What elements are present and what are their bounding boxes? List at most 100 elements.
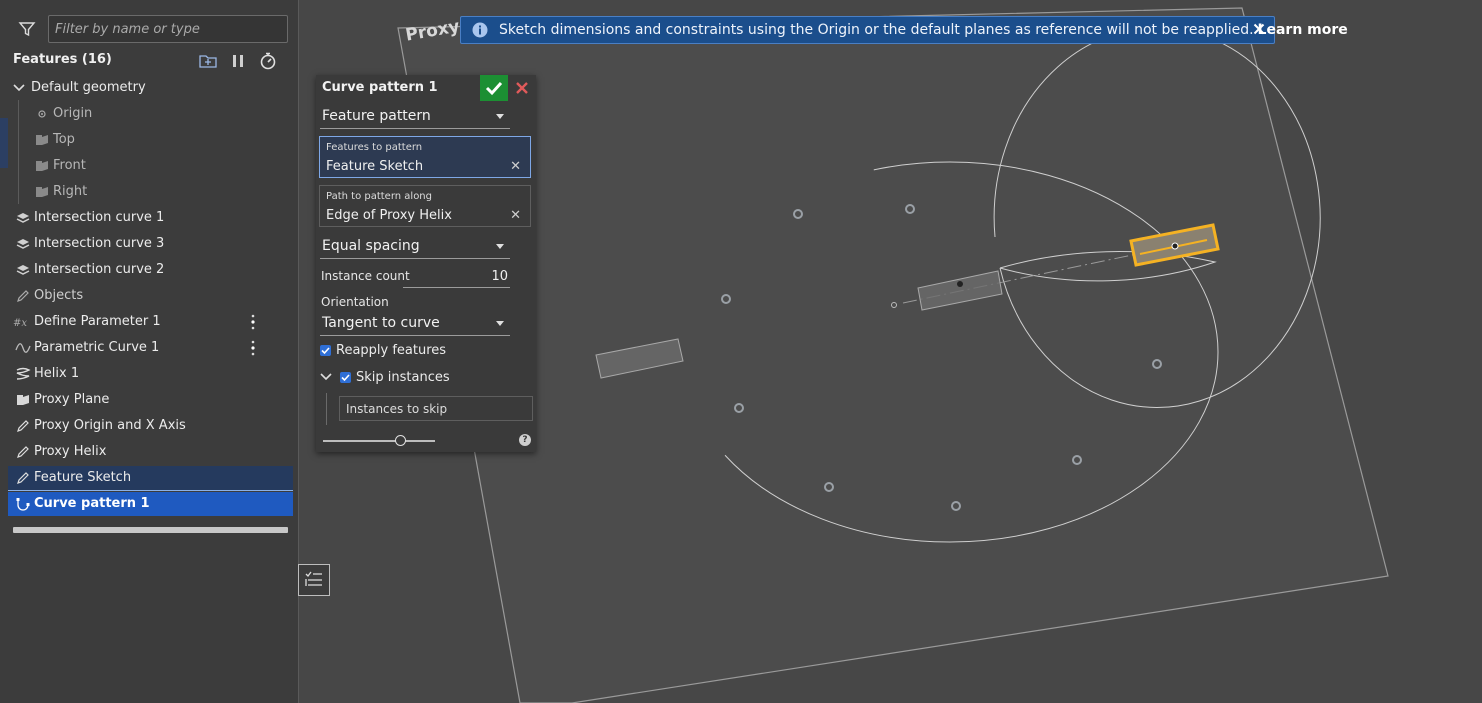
instances-to-skip-field[interactable]: Instances to skip (339, 396, 533, 421)
dropdown-value: Equal spacing (322, 238, 420, 254)
field-value: Feature Sketch (326, 159, 424, 174)
curve-icon (16, 265, 30, 275)
helix-icon (16, 367, 31, 380)
plane-icon (36, 135, 48, 145)
tree-item-origin[interactable]: Origin (8, 102, 293, 126)
tree-item-label: Proxy Helix (34, 444, 107, 459)
learn-more-link[interactable]: Learn more (1258, 22, 1348, 38)
origin-icon (38, 110, 46, 118)
tree-item-parametric-curve-1[interactable]: Parametric Curve 1 (8, 336, 293, 360)
chevron-down-icon (496, 321, 504, 326)
tree-item-label: Intersection curve 1 (34, 210, 165, 225)
svg-text:#x: #x (13, 318, 27, 329)
left-strip-accent (0, 118, 8, 168)
curve-pattern-dialog: Curve pattern 1 Feature pattern Features… (316, 75, 536, 452)
tree-item-helix-1[interactable]: Helix 1 (8, 362, 293, 386)
help-icon[interactable]: ? (519, 434, 531, 446)
tree-item-proxy-origin-and-x-axis[interactable]: Proxy Origin and X Axis (8, 414, 293, 438)
chevron-down-icon (496, 244, 504, 249)
feature-list-scrollbar[interactable] (13, 527, 288, 533)
proxy-plane[interactable] (397, 7, 1389, 703)
sketch-icon (17, 446, 29, 458)
plane-icon (36, 161, 48, 171)
filter-icon[interactable] (18, 20, 36, 38)
close-icon (516, 82, 528, 94)
tree-item-intersection-curve-2[interactable]: Intersection curve 2 (8, 258, 293, 282)
pause-icon[interactable] (228, 51, 248, 71)
toggle-feature-list-button[interactable] (298, 564, 330, 596)
check-icon (341, 374, 350, 382)
skip-instances-checkbox[interactable] (340, 372, 351, 383)
info-banner: Sketch dimensions and constraints using … (460, 16, 1348, 44)
tree-item-right[interactable]: Right (8, 180, 293, 204)
orientation-dropdown[interactable]: Tangent to curve (320, 311, 510, 336)
more-options-icon[interactable] (251, 313, 255, 331)
tree-item-intersection-curve-3[interactable]: Intersection curve 3 (8, 232, 293, 256)
orientation-label: Orientation (321, 295, 389, 309)
skip-instances-label: Skip instances (356, 370, 450, 385)
tree-item-top[interactable]: Top (8, 128, 293, 152)
cancel-button[interactable] (509, 75, 536, 101)
left-strip (0, 0, 8, 703)
clear-icon[interactable]: ✕ (510, 159, 521, 174)
spacing-dropdown[interactable]: Equal spacing (320, 234, 510, 259)
tree-item-objects[interactable]: Objects (8, 284, 293, 308)
sketch-icon (17, 420, 29, 432)
tree-item-default-geometry[interactable]: Default geometry (8, 76, 293, 100)
tree-item-curve-pattern-1[interactable]: Curve pattern 1 (8, 492, 293, 516)
instance-count-label: Instance count (321, 269, 410, 283)
tree-item-proxy-helix[interactable]: Proxy Helix (8, 440, 293, 464)
tree-item-front[interactable]: Front (8, 154, 293, 178)
sketch-icon (17, 290, 29, 302)
tree-item-label: Default geometry (31, 80, 146, 95)
more-options-icon[interactable] (251, 339, 255, 357)
chevron-down-icon[interactable] (11, 80, 27, 96)
add-folder-icon[interactable] (198, 51, 218, 71)
curve-pattern-icon (16, 498, 30, 511)
close-icon[interactable] (1253, 23, 1265, 35)
slider-thumb[interactable] (395, 435, 406, 446)
tree-item-label: Parametric Curve 1 (34, 340, 160, 355)
features-to-pattern-field[interactable]: Features to pattern Feature Sketch ✕ (319, 136, 531, 178)
accept-button[interactable] (480, 75, 508, 101)
tree-item-define-parameter-1[interactable]: #x Define Parameter 1 (8, 310, 293, 334)
feature-list-panel: Features (16) Default geometry Origin To… (8, 0, 299, 703)
info-icon (472, 22, 488, 38)
banner-message-row: Sketch dimensions and constraints using … (499, 22, 1348, 38)
tree-item-label: Proxy Plane (34, 392, 110, 407)
reapply-features-checkbox[interactable] (320, 345, 331, 356)
check-icon (321, 347, 330, 355)
features-header: Features (16) (13, 52, 112, 67)
tree-item-label: Feature Sketch (34, 470, 132, 485)
tree-item-label: Helix 1 (34, 366, 80, 381)
field-value: Edge of Proxy Helix (326, 208, 452, 223)
tree-item-label: Origin (53, 106, 93, 121)
plane-icon (36, 187, 48, 197)
tree-item-label: Objects (34, 288, 84, 303)
tree-item-label: Define Parameter 1 (34, 314, 161, 329)
dropdown-value: Feature pattern (322, 108, 431, 124)
chevron-down-icon[interactable] (320, 372, 332, 382)
sketch-icon (17, 472, 29, 484)
instance-count-input[interactable]: 10 (403, 267, 510, 288)
field-caption: Path to pattern along (326, 191, 432, 202)
path-to-pattern-field[interactable]: Path to pattern along Edge of Proxy Heli… (319, 185, 531, 227)
plane-icon (17, 395, 29, 405)
tree-item-label: Proxy Origin and X Axis (34, 418, 186, 433)
parametric-icon (15, 343, 31, 353)
tree-item-intersection-curve-1[interactable]: Intersection curve 1 (8, 206, 293, 230)
dialog-title: Curve pattern 1 (322, 80, 438, 95)
slider-track[interactable] (323, 440, 435, 442)
clear-icon[interactable]: ✕ (510, 208, 521, 223)
filter-input[interactable] (48, 15, 288, 43)
tree-item-proxy-plane[interactable]: Proxy Plane (8, 388, 293, 412)
dropdown-value: Tangent to curve (322, 315, 440, 331)
stopwatch-icon[interactable] (258, 51, 278, 71)
tree-item-label: Intersection curve 2 (34, 262, 165, 277)
list-icon (305, 571, 322, 586)
tree-item-feature-sketch[interactable]: Feature Sketch (8, 466, 293, 491)
skip-guide-line (326, 393, 327, 425)
tree-item-label: Curve pattern 1 (34, 496, 150, 511)
instance-count-value: 10 (491, 269, 508, 284)
pattern-type-dropdown[interactable]: Feature pattern (320, 104, 510, 129)
